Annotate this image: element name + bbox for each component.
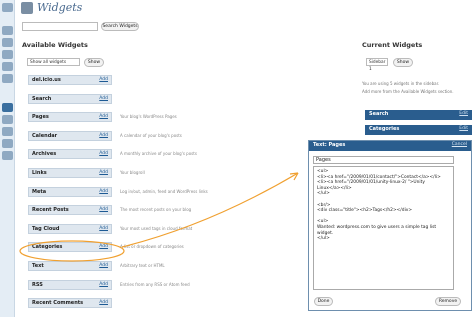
add-widget-link[interactable]: Add	[99, 300, 108, 305]
comments-icon[interactable]	[2, 74, 13, 83]
settings-icon[interactable]	[2, 151, 13, 160]
available-widgets-heading: Available Widgets	[22, 41, 88, 49]
widget-description: Your blogroll	[120, 170, 145, 175]
widget-row[interactable]: Text Add	[28, 261, 112, 271]
add-widget-link[interactable]: Add	[99, 282, 108, 287]
widget-description: Entries from any RSS or Atom feed	[120, 282, 190, 287]
widget-row[interactable]: Recent Posts Add	[28, 205, 112, 215]
widget-name: Recent Comments	[32, 300, 84, 306]
cancel-link[interactable]: Cancel	[452, 142, 467, 147]
widget-row[interactable]: Meta Add	[28, 187, 112, 197]
edit-link[interactable]: Edit	[459, 111, 468, 116]
sidebar-select[interactable]: Sidebar 1	[366, 58, 388, 72]
widget-title-input[interactable]: Pages	[313, 156, 454, 164]
add-widget-link[interactable]: Add	[99, 207, 108, 212]
widget-description: A monthly archive of your blog's posts	[120, 151, 197, 156]
dashboard-icon[interactable]	[2, 3, 13, 12]
current-widgets-heading: Current Widgets	[362, 41, 423, 49]
sidebar-hint-line: Add more from the Available Widgets sect…	[362, 89, 454, 94]
widget-name: Meta	[32, 189, 47, 195]
current-widget-name: Search	[369, 111, 389, 117]
add-widget-link[interactable]: Add	[99, 133, 108, 138]
widget-name: Tag Cloud	[32, 226, 60, 232]
search-widgets-button[interactable]: Search Widgets	[101, 22, 139, 31]
widget-name: Search	[32, 96, 52, 102]
current-widget-name: Categories	[369, 126, 400, 132]
widget-description: A calendar of your blog's posts	[120, 133, 182, 138]
widget-description: Your blog's WordPress Pages	[120, 114, 177, 119]
widget-name: Text	[32, 263, 44, 269]
remove-button[interactable]: Remove	[435, 297, 461, 306]
widget-name: Calendar	[32, 133, 58, 139]
appearance-icon[interactable]	[2, 103, 13, 112]
widget-row[interactable]: del.icio.us Add	[28, 75, 112, 85]
widget-row[interactable]: Recent Comments Add	[28, 298, 112, 308]
done-button[interactable]: Done	[314, 297, 333, 306]
widget-row[interactable]: Pages Add	[28, 112, 112, 122]
users-icon[interactable]	[2, 127, 13, 136]
page-header: Widgets	[15, 0, 474, 17]
widget-row[interactable]: Search Add	[28, 94, 112, 104]
add-widget-link[interactable]: Add	[99, 189, 108, 194]
widget-row[interactable]: Archives Add	[28, 149, 112, 159]
admin-menu-rail	[0, 0, 15, 317]
media-icon[interactable]	[2, 38, 13, 47]
links-icon[interactable]	[2, 50, 13, 59]
sidebar-show-button[interactable]: Show	[393, 58, 413, 67]
widget-name: del.icio.us	[32, 77, 61, 83]
widget-row[interactable]: Tag Cloud Add	[28, 224, 112, 234]
widget-description: Your most used tags in cloud format	[120, 226, 193, 231]
add-widget-link[interactable]: Add	[99, 151, 108, 156]
add-widget-link[interactable]: Add	[99, 77, 108, 82]
text-line: </ul>	[317, 236, 330, 242]
posts-icon[interactable]	[2, 26, 13, 35]
add-widget-link[interactable]: Add	[99, 226, 108, 231]
annotation-arrowhead	[289, 172, 299, 181]
add-widget-link[interactable]: Add	[99, 244, 108, 249]
widget-row[interactable]: Links Add	[28, 168, 112, 178]
editor-title: Text: Pages	[313, 142, 346, 148]
widget-description: A list or dropdown of categories	[120, 244, 184, 249]
edit-link[interactable]: Edit	[459, 126, 468, 131]
current-widget-categories[interactable]: Categories Edit	[365, 125, 472, 135]
widget-filter-select[interactable]: Show all widgets	[27, 58, 80, 66]
widget-row[interactable]: RSS Add	[28, 280, 112, 290]
add-widget-link[interactable]: Add	[99, 170, 108, 175]
widget-name: Categories	[32, 244, 63, 250]
current-widget-search[interactable]: Search Edit	[365, 110, 472, 120]
widget-row[interactable]: Categories Add	[28, 242, 112, 252]
add-widget-link[interactable]: Add	[99, 263, 108, 268]
widget-row[interactable]: Calendar Add	[28, 131, 112, 141]
widget-name: Archives	[32, 151, 57, 157]
widget-description: The most recent posts on your blog	[120, 207, 192, 212]
sidebar-hint-line: You are using 5 widgets in the sidebar.	[362, 81, 440, 86]
widget-text-area[interactable]: <ul> <li><a href="/2009/01/01/contact/">C…	[313, 166, 454, 290]
add-widget-link[interactable]: Add	[99, 96, 108, 101]
widget-name: Recent Posts	[32, 207, 69, 213]
widget-name: Links	[32, 170, 47, 176]
widget-name: RSS	[32, 282, 43, 288]
widget-description: Arbitrary text or HTML	[120, 263, 165, 268]
editor-header: Text: Pages Cancel	[309, 141, 471, 151]
text-line: Wanted: wordpress.com to give users a si…	[317, 224, 437, 230]
available-show-button[interactable]: Show	[84, 58, 104, 67]
tools-icon[interactable]	[2, 139, 13, 148]
page-title: Widgets	[37, 1, 83, 14]
widget-name: Pages	[32, 114, 49, 120]
widgets-icon	[21, 2, 33, 14]
widget-description: Log in/out, admin, feed and WordPress li…	[120, 189, 208, 194]
plugins-icon[interactable]	[2, 115, 13, 124]
pages-icon[interactable]	[2, 62, 13, 71]
search-input[interactable]	[22, 22, 98, 31]
add-widget-link[interactable]: Add	[99, 114, 108, 119]
